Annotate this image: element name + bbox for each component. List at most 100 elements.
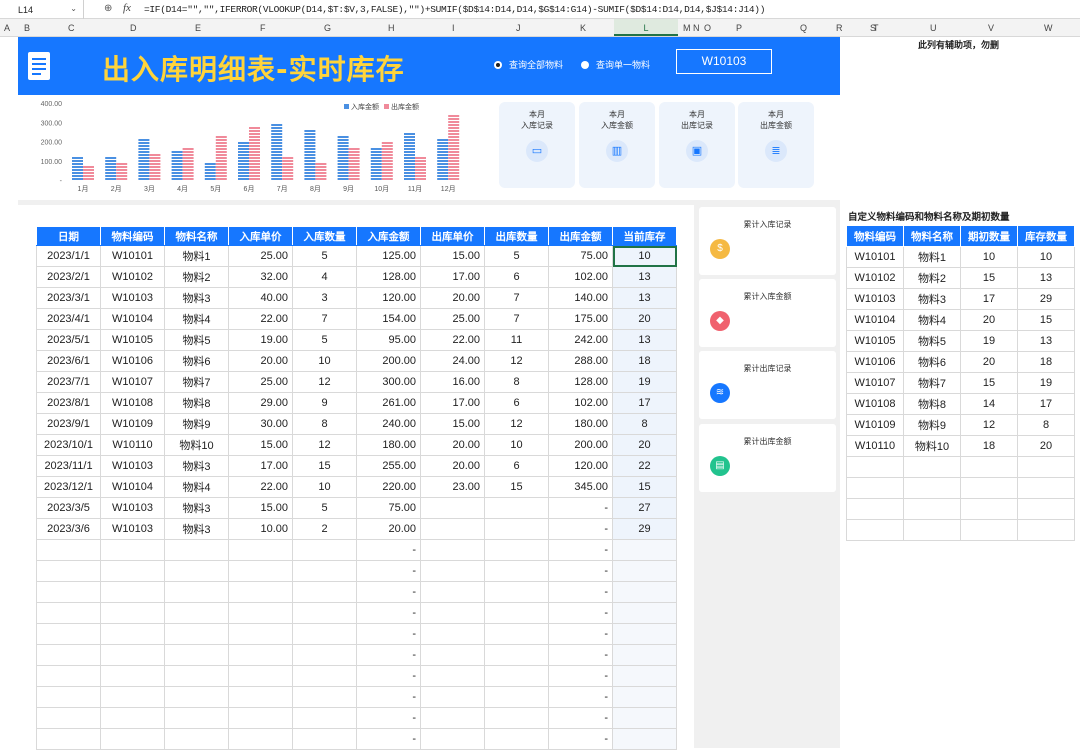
name-box[interactable]: L14 ⌄ <box>0 0 84 19</box>
table-cell[interactable]: 18 <box>612 350 677 372</box>
table-cell[interactable] <box>612 623 677 645</box>
table-cell[interactable] <box>484 644 549 666</box>
table-cell[interactable]: 32.00 <box>228 266 293 288</box>
table-cell[interactable]: 4 <box>292 266 357 288</box>
table-cell[interactable]: 10.00 <box>228 518 293 540</box>
right-table-cell[interactable] <box>903 498 961 520</box>
table-cell[interactable] <box>420 707 485 729</box>
table-cell[interactable]: 22.00 <box>420 329 485 351</box>
table-cell[interactable]: 23.00 <box>420 476 485 498</box>
table-cell[interactable]: 5 <box>484 245 549 267</box>
right-table-cell[interactable] <box>1017 456 1075 478</box>
table-cell[interactable] <box>36 623 101 645</box>
table-cell[interactable]: - <box>548 728 613 750</box>
table-cell[interactable]: 200.00 <box>356 350 421 372</box>
table-cell[interactable]: - <box>356 539 421 561</box>
table-cell[interactable] <box>228 560 293 582</box>
table-cell[interactable]: 15.00 <box>228 434 293 456</box>
right-table-cell[interactable]: 物料10 <box>903 435 961 457</box>
table-cell[interactable] <box>484 707 549 729</box>
table-cell[interactable] <box>484 581 549 603</box>
table-cell[interactable]: W10103 <box>100 518 165 540</box>
table-cell[interactable]: W10107 <box>100 371 165 393</box>
right-table-cell[interactable]: W10103 <box>846 288 904 310</box>
table-cell[interactable]: 255.00 <box>356 455 421 477</box>
table-cell[interactable]: 300.00 <box>356 371 421 393</box>
table-cell[interactable] <box>292 602 357 624</box>
table-cell[interactable]: 15.00 <box>420 413 485 435</box>
table-cell[interactable]: 2023/3/1 <box>36 287 101 309</box>
table-cell[interactable] <box>100 728 165 750</box>
table-cell[interactable] <box>100 707 165 729</box>
table-cell[interactable] <box>36 539 101 561</box>
column-header-w[interactable]: W <box>1044 23 1053 33</box>
right-table-cell[interactable]: 18 <box>960 435 1018 457</box>
right-table-cell[interactable]: 20 <box>1017 435 1075 457</box>
table-cell[interactable]: 24.00 <box>420 350 485 372</box>
right-table-cell[interactable] <box>903 456 961 478</box>
table-cell[interactable] <box>420 623 485 645</box>
right-table-cell[interactable]: W10110 <box>846 435 904 457</box>
table-cell[interactable] <box>100 539 165 561</box>
table-cell[interactable]: W10108 <box>100 392 165 414</box>
table-cell[interactable] <box>292 644 357 666</box>
table-cell[interactable] <box>164 623 229 645</box>
table-cell[interactable] <box>228 665 293 687</box>
column-header-q[interactable]: Q <box>800 23 807 33</box>
table-cell[interactable]: 12 <box>484 413 549 435</box>
table-cell[interactable]: 6 <box>484 455 549 477</box>
table-cell[interactable]: 20 <box>612 434 677 456</box>
column-header-l[interactable]: L <box>614 19 678 36</box>
column-header-j[interactable]: J <box>516 23 521 33</box>
table-cell[interactable]: 物料3 <box>164 518 229 540</box>
table-cell[interactable]: 12 <box>292 371 357 393</box>
table-cell[interactable] <box>164 644 229 666</box>
table-cell[interactable]: 75.00 <box>356 497 421 519</box>
table-cell[interactable]: 120.00 <box>356 287 421 309</box>
table-cell[interactable]: - <box>548 539 613 561</box>
table-cell[interactable]: 128.00 <box>548 371 613 393</box>
table-cell[interactable]: - <box>356 728 421 750</box>
right-table-cell[interactable]: 17 <box>1017 393 1075 415</box>
table-cell[interactable]: 20.00 <box>228 350 293 372</box>
table-cell[interactable]: - <box>356 560 421 582</box>
table-cell[interactable] <box>292 665 357 687</box>
table-cell[interactable]: 29.00 <box>228 392 293 414</box>
table-cell[interactable] <box>612 728 677 750</box>
table-cell[interactable]: 220.00 <box>356 476 421 498</box>
table-cell[interactable]: - <box>548 581 613 603</box>
table-cell[interactable] <box>612 560 677 582</box>
table-cell[interactable] <box>612 686 677 708</box>
table-cell[interactable]: W10103 <box>100 287 165 309</box>
table-cell[interactable] <box>484 665 549 687</box>
table-cell[interactable]: 40.00 <box>228 287 293 309</box>
right-table-cell[interactable] <box>846 456 904 478</box>
right-table-cell[interactable]: W10105 <box>846 330 904 352</box>
table-cell[interactable]: 物料6 <box>164 350 229 372</box>
table-cell[interactable]: 12 <box>292 434 357 456</box>
right-table-cell[interactable] <box>903 477 961 499</box>
column-header-b[interactable]: B <box>24 23 30 33</box>
table-cell[interactable] <box>612 644 677 666</box>
table-cell[interactable] <box>612 539 677 561</box>
right-table-cell[interactable]: 8 <box>1017 414 1075 436</box>
right-table-cell[interactable] <box>1017 498 1075 520</box>
table-cell[interactable]: 175.00 <box>548 308 613 330</box>
table-cell[interactable]: - <box>356 686 421 708</box>
table-cell[interactable]: 物料4 <box>164 476 229 498</box>
column-header-h[interactable]: H <box>388 23 395 33</box>
table-cell[interactable] <box>100 686 165 708</box>
table-cell[interactable]: 10 <box>292 350 357 372</box>
table-cell[interactable]: 22.00 <box>228 476 293 498</box>
table-cell[interactable]: 10 <box>292 476 357 498</box>
table-cell[interactable] <box>420 665 485 687</box>
right-table-cell[interactable] <box>1017 519 1075 541</box>
table-cell[interactable]: 物料10 <box>164 434 229 456</box>
right-table-cell[interactable]: 29 <box>1017 288 1075 310</box>
table-cell[interactable]: 2023/4/1 <box>36 308 101 330</box>
column-header-u[interactable]: U <box>930 23 937 33</box>
table-cell[interactable]: 物料4 <box>164 308 229 330</box>
table-cell[interactable] <box>228 686 293 708</box>
table-cell[interactable]: 22.00 <box>228 308 293 330</box>
table-cell[interactable] <box>420 602 485 624</box>
